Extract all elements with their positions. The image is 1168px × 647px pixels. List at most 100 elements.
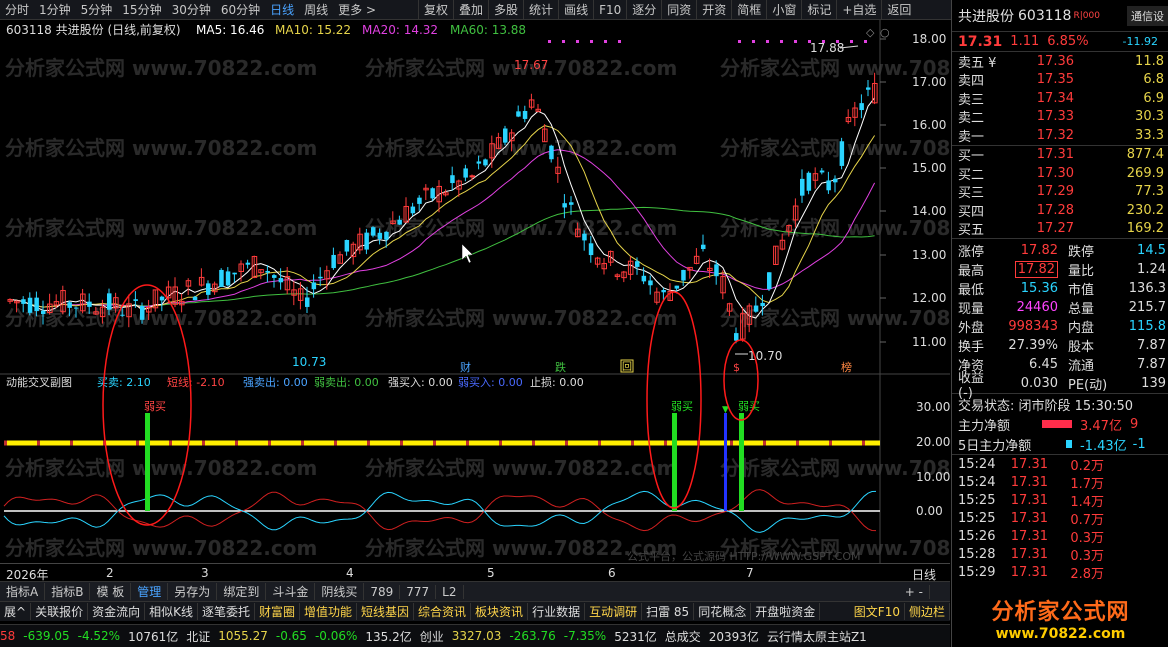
bid-row: 买一 17.31 877.4 (952, 146, 1168, 165)
period-tab[interactable]: 周线 (299, 1, 333, 18)
watermark-text: 分析家公式网 www.70822.com (720, 136, 950, 160)
tool-button[interactable]: 同资 (661, 0, 696, 20)
candle-body (265, 270, 270, 273)
bid-volume: 230.2 (1126, 202, 1164, 218)
signal-dot (576, 40, 579, 43)
indicator-tick: 10.00 (916, 470, 950, 484)
tool-button[interactable]: 小窗 (766, 0, 801, 20)
tool-button[interactable]: 开资 (696, 0, 731, 20)
indicator-tab-manage[interactable]: 管理 (131, 583, 169, 600)
watermark-text: 分析家公式网 www.70822.com (5, 56, 317, 80)
bid-label: 买一 (958, 149, 985, 165)
stat-row: 涨停 17.82 跌停 14.5 (952, 241, 1168, 260)
feature-link[interactable]: 增值功能 (300, 603, 358, 620)
feature-link[interactable]: 逐笔委托 (198, 603, 255, 620)
diamond-icon[interactable]: ◇ (866, 26, 875, 39)
period-tab[interactable]: 5分钟 (76, 1, 118, 18)
indicator-tab[interactable]: 777 (400, 584, 437, 599)
ask-row: 卖四 17.35 6.8 (952, 71, 1168, 90)
circle-icon[interactable]: ○ (880, 26, 890, 39)
signal-label: 弱买 (144, 400, 166, 413)
event-marker[interactable]: 榜 (841, 360, 852, 374)
feature-link[interactable]: 展^ (0, 603, 32, 620)
bid-row: 买四 17.28 230.2 (952, 201, 1168, 220)
feature-link[interactable]: 扫雷 85 (642, 603, 695, 620)
stat-value: 998343 (1008, 319, 1058, 334)
event-marker[interactable]: $ (733, 361, 740, 374)
period-tab[interactable]: 1分钟 (34, 1, 76, 18)
sidebar-link[interactable]: 侧边栏 (905, 603, 950, 620)
sector-tab[interactable]: 通信设 (1127, 6, 1168, 26)
candle-body (562, 203, 567, 208)
feature-link[interactable]: 相似K线 (145, 603, 198, 620)
period-tab[interactable]: 30分钟 (167, 1, 216, 18)
tool-button[interactable]: 逐分 (626, 0, 661, 20)
server-status[interactable]: 云行情太原主站Z1 (767, 628, 867, 645)
feature-link[interactable]: 资金流向 (88, 603, 146, 620)
event-marker[interactable]: 回 (622, 361, 632, 373)
indicator-tab[interactable]: L2 (436, 584, 464, 599)
tool-button[interactable]: 统计 (523, 0, 558, 20)
tool-button[interactable]: 标记 (801, 0, 836, 20)
feature-link[interactable]: 开盘啦资金 (751, 603, 821, 620)
indicator-tab[interactable]: 模 板 (90, 583, 132, 600)
candle-body (681, 270, 686, 281)
bid-row: 买二 17.30 269.9 (952, 164, 1168, 183)
indicator-value: 买卖: 2.10 (97, 376, 151, 389)
kline-chart-area[interactable]: 分析家公式网 www.70822.com 分析家公式网 www.70822.co… (0, 20, 1032, 563)
feature-link[interactable]: 短线基因 (357, 603, 415, 620)
ask-label: 卖四 (958, 74, 985, 90)
stat-label: 量比 (1068, 264, 1095, 279)
ask-price: 17.36 (1036, 53, 1074, 69)
tool-button[interactable]: 复权 (418, 0, 453, 20)
tool-button[interactable]: 简框 (731, 0, 766, 20)
candle-body (430, 188, 435, 199)
candle-body (278, 278, 284, 283)
feature-link[interactable]: 财富圈 (255, 603, 300, 620)
bid-label: 买三 (958, 186, 985, 202)
event-marker[interactable]: 跌 (555, 360, 566, 374)
tool-button[interactable]: +自选 (836, 0, 881, 20)
site-logo: 分析家公式网 www.70822.com (952, 588, 1168, 647)
stat-label: 现量 (958, 302, 985, 317)
signal-dot (548, 40, 551, 43)
feature-link[interactable]: 互动调研 (585, 603, 643, 620)
bid-label: 买四 (958, 204, 985, 220)
indicator-tab[interactable]: 斗斗金 (266, 583, 316, 600)
indicator-header: 动能交叉副图 买卖: 2.10 短线: -2.10 强卖出: 0.00 弱卖出:… (6, 375, 584, 389)
f10-link[interactable]: 图文F10 (850, 603, 905, 620)
feature-link[interactable]: 同花概念 (694, 603, 752, 620)
stock-flag: R|000 (1073, 10, 1100, 21)
period-tab[interactable]: 60分钟 (216, 1, 265, 18)
index-value: -0.06% (314, 629, 358, 643)
tool-button[interactable]: 叠加 (453, 0, 488, 20)
price-tick: 18.00 (912, 32, 946, 46)
feature-link[interactable]: 板块资讯 (471, 603, 529, 620)
feature-link[interactable]: 行业数据 (528, 603, 586, 620)
candle-body (371, 227, 376, 236)
period-tab[interactable]: 15分钟 (117, 1, 166, 18)
candle-body (522, 110, 528, 119)
indicator-tab[interactable]: 绑定到 (217, 583, 267, 600)
feature-link[interactable]: 关联报价 (31, 603, 89, 620)
zoom-controls[interactable]: + - (899, 584, 930, 599)
indicator-tab[interactable]: 指标A (0, 583, 46, 600)
tool-button[interactable]: F10 (593, 0, 626, 20)
logo-text: 分析家公式网 (991, 599, 1130, 625)
price-tick: 17.00 (912, 75, 946, 89)
event-marker[interactable]: 财 (460, 360, 471, 374)
tool-button[interactable]: 多股 (488, 0, 523, 20)
indicator-tab[interactable]: 阴线买 (315, 583, 365, 600)
indicator-tab[interactable]: 789 (364, 584, 401, 599)
candle-body (384, 231, 389, 240)
period-tab-daily[interactable]: 日线 (265, 1, 299, 18)
index-value: 10761亿 (128, 629, 179, 644)
tool-button[interactable]: 画线 (558, 0, 593, 20)
kline-svg[interactable]: 分析家公式网 www.70822.com 分析家公式网 www.70822.co… (0, 20, 1032, 563)
tool-button[interactable]: 返回 (881, 0, 916, 20)
period-more[interactable]: 更多 > (333, 1, 381, 18)
indicator-tab[interactable]: 另存为 (168, 583, 218, 600)
feature-link[interactable]: 综合资讯 (414, 603, 472, 620)
indicator-tab[interactable]: 指标B (45, 583, 91, 600)
period-tab[interactable]: 分时 (0, 1, 34, 18)
